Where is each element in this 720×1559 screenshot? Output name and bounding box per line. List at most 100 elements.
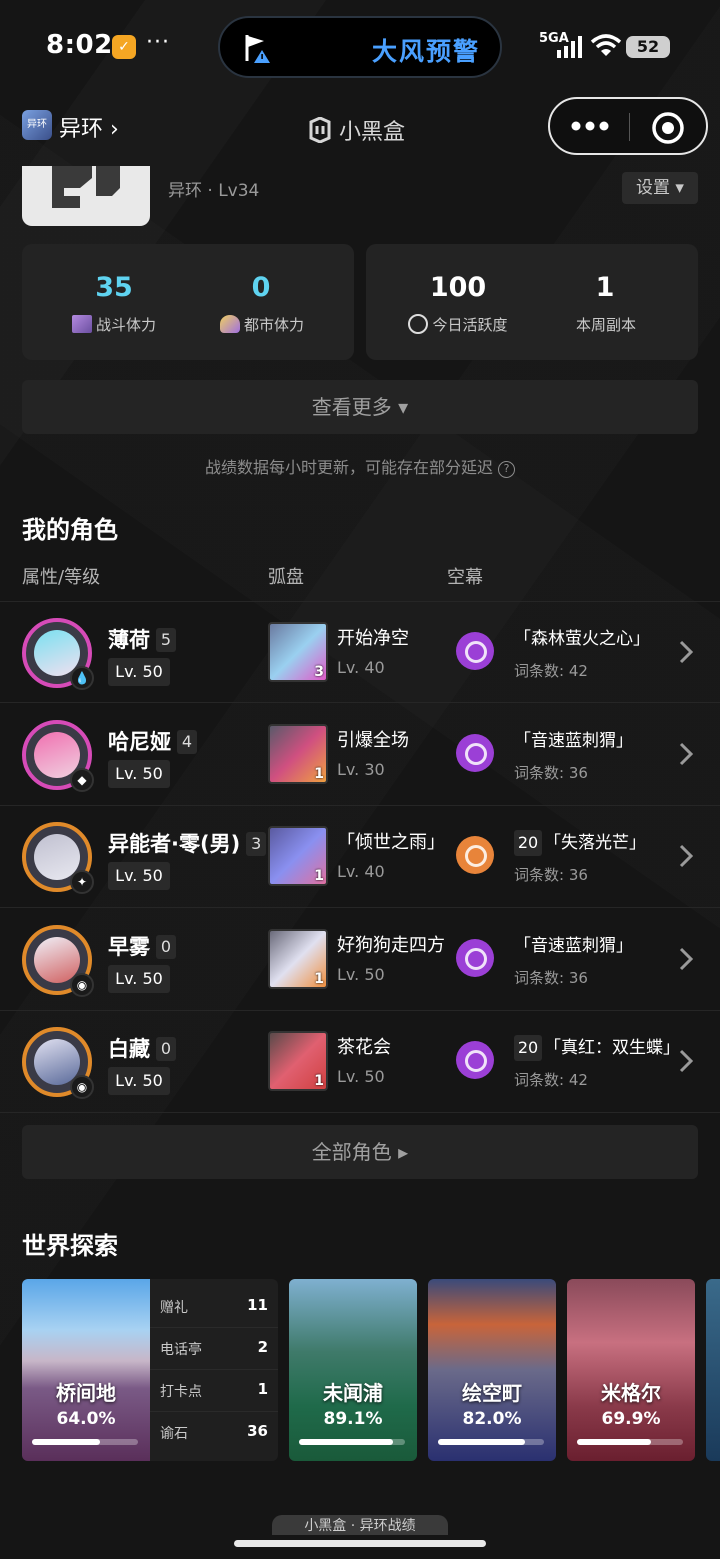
world-area-card[interactable]: 米格尔 69.9% — [567, 1279, 695, 1461]
collectible-value: 11 — [247, 1296, 268, 1314]
disc-name: 引爆全场 — [337, 730, 409, 751]
home-indicator[interactable] — [234, 1540, 486, 1547]
disc-name: 开始净空 — [337, 628, 409, 649]
disc-image: 1 — [268, 724, 328, 784]
disc-image: 1 — [268, 1031, 328, 1091]
settings-dropdown[interactable]: 设置 ▾ — [622, 172, 698, 204]
character-rank: 0 — [156, 1037, 176, 1061]
disc-count: 1 — [314, 971, 324, 987]
disc-count: 1 — [314, 1073, 324, 1089]
character-rank: 3 — [246, 832, 267, 856]
disc-image: 3 — [268, 622, 328, 682]
area-percent: 69.9% — [601, 1409, 661, 1429]
miniprogram-capsule — [548, 97, 708, 155]
collectible-row: 赠礼 11 — [150, 1286, 278, 1328]
settings-label: 设置 — [636, 178, 671, 198]
character-row[interactable]: ◆ 哈尼娅 4 Lv. 50 1 引爆全场 Lv. 30 「音速蓝刺猬」 词条数: 36 — [0, 704, 720, 806]
chevron-right-icon — [679, 640, 694, 664]
disc-name: 茶花会 — [337, 1037, 391, 1058]
view-more-button[interactable]: 查看更多 ▾ — [22, 380, 698, 434]
character-avatar: ◉ — [22, 925, 94, 997]
update-note: 战绩数据每小时更新，可能存在部分延迟 ? — [0, 454, 720, 478]
player-avatar — [22, 166, 150, 226]
wifi-icon — [590, 34, 622, 56]
character-row[interactable]: ◉ 早雾 0 Lv. 50 1 好狗狗走四方 Lv. 50 「音速蓝刺猬」 词条数: 36 — [0, 909, 720, 1011]
element-icon: 💧 — [70, 666, 94, 690]
col-attr-level: 属性/等级 — [22, 567, 101, 588]
area-percent: 89.1% — [323, 1409, 383, 1429]
character-avatar: ◉ — [22, 1027, 94, 1099]
brand-label: 小黑盒 — [339, 120, 406, 145]
world-area-card-partial[interactable] — [706, 1279, 720, 1461]
battery-icon: 52 — [626, 36, 670, 58]
all-characters-label: 全部角色 — [311, 1140, 392, 1164]
void-name: 「音速蓝刺猬」 — [514, 936, 633, 956]
void-icon — [456, 1041, 494, 1079]
activity-icon — [408, 314, 429, 334]
element-icon: ◆ — [70, 768, 94, 792]
void-count: 词条数: 36 — [514, 866, 588, 884]
game-name: 异环 — [59, 117, 104, 142]
disc-level: Lv. 30 — [337, 760, 385, 779]
footer-watermark: 小黑盒 · 异环战绩 — [272, 1515, 448, 1535]
void-count: 词条数: 36 — [514, 969, 588, 987]
area-name: 未闻浦 — [323, 1381, 383, 1405]
area-collectibles: 赠礼 11 电话亭 2 打卡点 1 谕石 36 — [150, 1279, 278, 1461]
close-miniprogram-icon[interactable] — [650, 110, 686, 146]
world-area-card[interactable]: 未闻浦 89.1% — [289, 1279, 417, 1461]
weather-alert-island[interactable]: 大风预警 — [218, 16, 502, 78]
city-stamina-label: 都市体力 — [182, 314, 342, 335]
avatar-logo-icon — [52, 166, 120, 208]
character-level: Lv. 50 — [108, 760, 170, 788]
area-progress-fill — [299, 1439, 394, 1445]
world-area-main[interactable]: 桥间地 64.0% 赠礼 11 电话亭 2 打卡点 1 谕石 36 — [22, 1279, 278, 1461]
game-icon[interactable]: 异环 — [22, 110, 52, 140]
void-badge: 20 — [514, 1035, 542, 1061]
chevron-right-icon — [679, 947, 694, 971]
weekly-dungeon-label: 本周副本 — [575, 316, 636, 334]
area-progress-fill — [32, 1439, 100, 1445]
world-title: 世界探索 — [22, 1232, 118, 1260]
all-characters-button[interactable]: 全部角色 ▸ — [22, 1125, 698, 1179]
area-progress-fill — [577, 1439, 652, 1445]
activity-card: 100 今日活跃度 1 本周副本 — [366, 244, 698, 360]
void-icon — [456, 836, 494, 874]
character-name: 白藏 0 — [108, 1033, 176, 1063]
character-name: 薄荷 5 — [108, 624, 176, 654]
city-stamina-icon — [219, 315, 240, 333]
battery-level: 52 — [636, 37, 660, 56]
character-row[interactable]: ◉ 白藏 0 Lv. 50 1 茶花会 Lv. 50 20 「真红：双生蝶」 词条数: 42 — [0, 1011, 720, 1113]
disc-level: Lv. 40 — [337, 862, 385, 881]
character-row[interactable]: 💧 薄荷 5 Lv. 50 3 开始净空 Lv. 40 「森林萤火之心」 词条数: 42 — [0, 601, 720, 703]
collectible-row: 电话亭 2 — [150, 1328, 278, 1370]
city-stamina-value: 0 — [251, 272, 271, 303]
collectible-row: 谕石 36 — [150, 1412, 278, 1454]
character-rank: 5 — [156, 628, 176, 652]
element-icon: ✦ — [70, 870, 94, 894]
area-progress-fill — [438, 1439, 525, 1445]
more-menu-icon[interactable] — [570, 115, 610, 137]
disc-level: Lv. 40 — [337, 658, 385, 677]
collectible-label: 谕石 — [160, 1426, 188, 1442]
disc-image: 1 — [268, 826, 328, 886]
character-rank: 4 — [177, 730, 197, 754]
character-row[interactable]: ✦ 异能者·零(男) 3 Lv. 50 1 「倾世之雨」 Lv. 40 20 「失落光芒」 词条数… — [0, 806, 720, 908]
void-name: 20 「真红：双生蝶」 — [514, 1033, 680, 1061]
disc-count: 1 — [314, 766, 324, 782]
combat-stamina-icon — [71, 315, 92, 333]
help-icon[interactable]: ? — [498, 461, 516, 478]
view-more-label: 查看更多 — [311, 395, 392, 419]
chevron-right-icon — [679, 844, 694, 868]
game-switcher[interactable]: 异环 › — [59, 111, 119, 143]
activity-value: 100 — [429, 272, 487, 303]
character-avatar: 💧 — [22, 618, 94, 690]
area-image: 桥间地 64.0% — [22, 1279, 150, 1461]
weekly-dungeon-value: 1 — [595, 272, 615, 303]
void-badge: 20 — [514, 830, 542, 856]
world-area-card[interactable]: 绘空町 82.0% — [428, 1279, 556, 1461]
void-count: 词条数: 42 — [514, 1071, 588, 1089]
status-more-icon: ··· — [146, 30, 170, 55]
signal-icon — [557, 36, 582, 58]
void-icon — [456, 734, 494, 772]
collectible-value: 1 — [257, 1380, 268, 1398]
